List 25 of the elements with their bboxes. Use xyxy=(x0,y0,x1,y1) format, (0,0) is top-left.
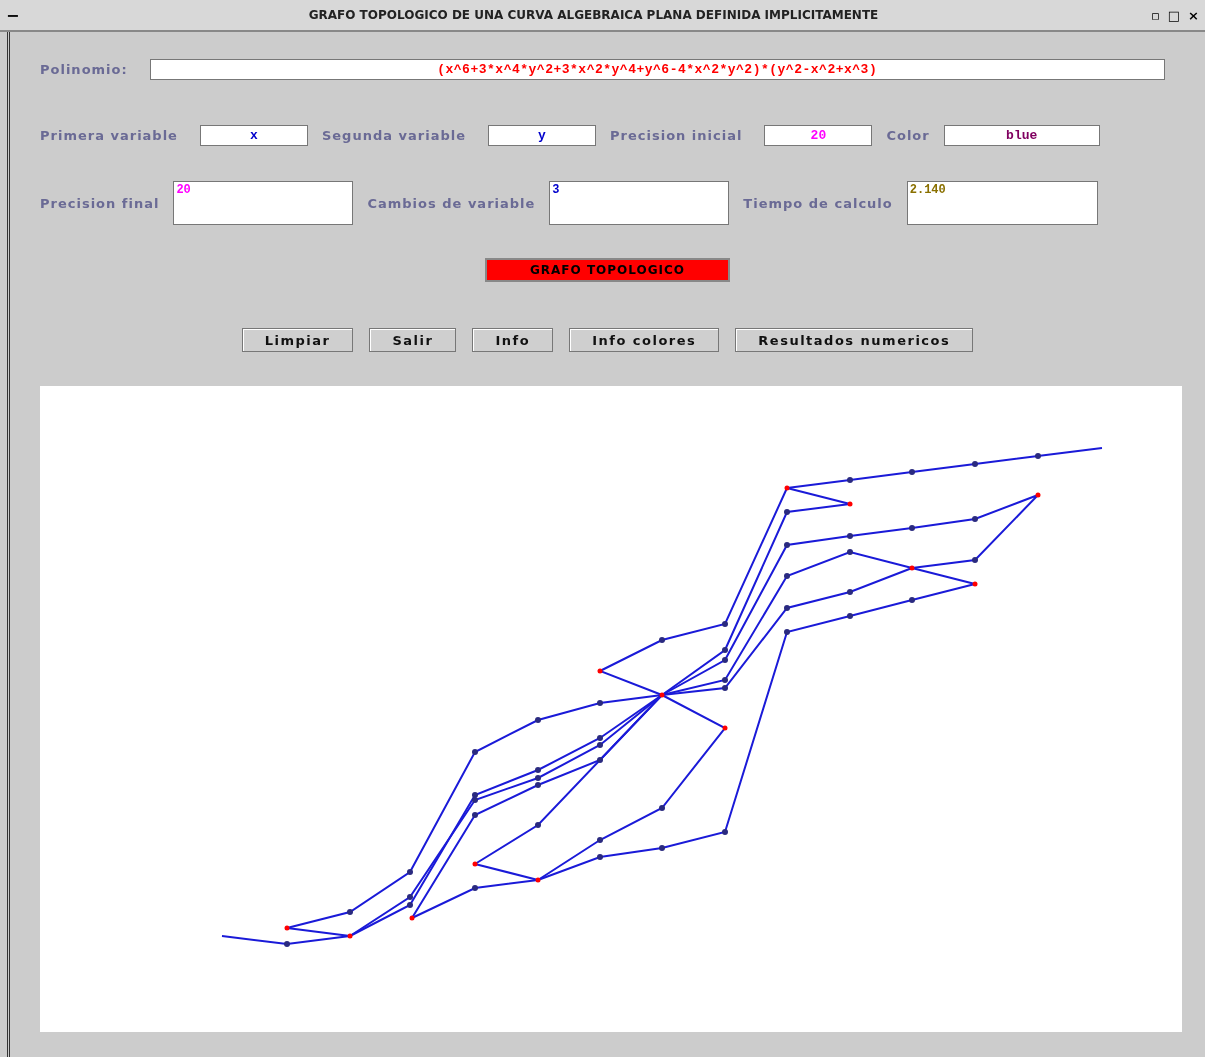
input-field[interactable]: y xyxy=(488,125,596,146)
window-title: GRAFO TOPOLOGICO DE UNA CURVA ALGEBRAICA PLANA DEFINIDA IMPLICITAMENTE xyxy=(307,8,880,22)
window-control[interactable]: × xyxy=(1188,7,1199,23)
field-label: Primera variable xyxy=(40,128,178,143)
compute-button[interactable]: GRAFO TOPOLOGICO xyxy=(485,258,730,282)
window-control[interactable]: □ xyxy=(1167,7,1181,23)
input-field[interactable]: blue xyxy=(943,125,1100,146)
field-label: Tiempo de calculo xyxy=(743,195,893,211)
polynomial-field[interactable]: (x^6+3*x^4*y^2+3*x^2*y^4+y^6-4*x^2*y^2)*(y^2-x^2+x^3) xyxy=(149,59,1165,80)
field-label: Cambios de variable xyxy=(367,195,536,211)
window-control[interactable]: ▫ xyxy=(1151,7,1160,23)
action-button[interactable]: Info xyxy=(472,328,554,352)
field-label: Color xyxy=(886,128,930,143)
action-button[interactable]: Limpiar xyxy=(241,328,354,352)
action-button[interactable]: Resultados numericos xyxy=(735,328,974,352)
field-label: Precision inicial xyxy=(610,128,743,143)
text-area[interactable]: 3 xyxy=(549,181,730,225)
field-label: Segunda variable xyxy=(321,128,466,143)
field-label: Precision final xyxy=(40,195,160,211)
input-field[interactable]: x xyxy=(199,125,308,146)
action-button[interactable]: Salir xyxy=(369,328,457,352)
window-menu-button[interactable]: − xyxy=(6,5,36,25)
field-label: Polinomio: xyxy=(40,62,128,77)
action-button[interactable]: Info colores xyxy=(569,328,720,352)
text-area[interactable]: 2.140 xyxy=(906,181,1098,225)
